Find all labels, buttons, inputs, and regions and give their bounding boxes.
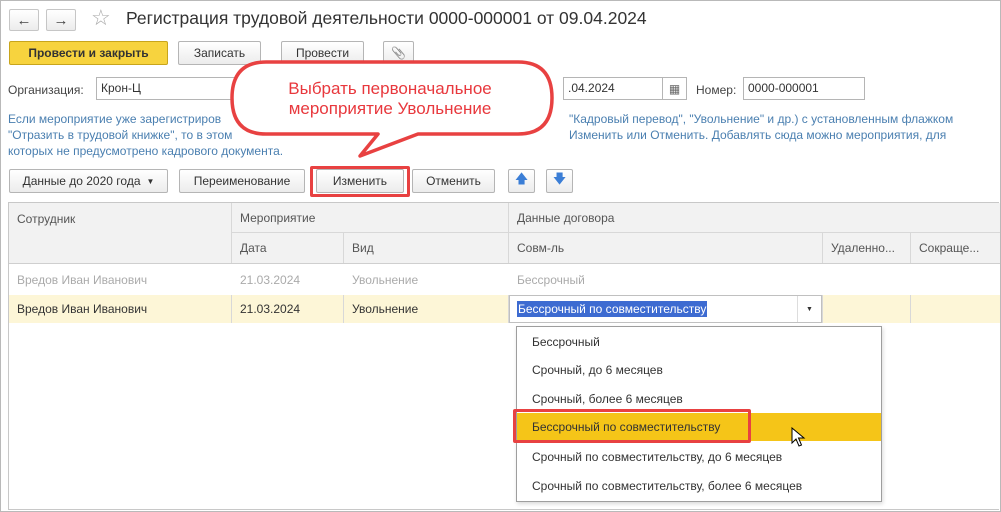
arrow-down-icon: 🡇 (552, 171, 567, 186)
header-event[interactable]: Мероприятие (232, 203, 508, 232)
organization-label: Организация: (8, 83, 84, 97)
arrow-left-icon: ← (16, 11, 32, 29)
combination-selected-text[interactable]: Бессрочный по совместительству (517, 301, 708, 317)
forward-button[interactable]: → (46, 9, 76, 31)
header-remote[interactable]: Удаленно... (823, 233, 910, 263)
row1-combination[interactable]: Бессрочный (509, 265, 822, 295)
arrow-up-icon: 🡅 (514, 171, 529, 186)
row1-type[interactable]: Увольнение (344, 265, 508, 295)
date-field[interactable]: .04.2024 (563, 77, 663, 100)
header-type[interactable]: Вид (344, 233, 508, 263)
mouse-cursor-icon (791, 427, 806, 447)
info-line1-left: Если мероприятие уже зарегистриров (8, 112, 222, 126)
back-button[interactable]: ← (9, 9, 39, 31)
number-label: Номер: (696, 83, 737, 97)
row2-date[interactable]: 21.03.2024 (232, 295, 343, 323)
dropdown-option[interactable]: Срочный, до 6 месяцев (517, 356, 881, 384)
grid-line (508, 203, 509, 263)
callout-text: Выбрать первоначальное мероприятие Уволь… (228, 79, 552, 119)
grid-line (910, 233, 911, 263)
grid-line (822, 233, 823, 263)
page-title: Регистрация трудовой деятельности 0000-0… (126, 8, 647, 28)
cancel-button[interactable]: Отменить (412, 169, 495, 193)
data-before-2020-dropdown[interactable]: Данные до 2020 года ▼ (9, 169, 168, 193)
header-reduced[interactable]: Сокраще... (911, 233, 1000, 263)
info-line2-left: "Отразить в трудовой книжке", то в этом (8, 128, 233, 142)
callout-text-line1: Выбрать первоначальное (288, 79, 492, 98)
dropdown-option[interactable]: Бессрочный (517, 328, 881, 356)
move-up-button[interactable]: 🡅 (508, 169, 535, 193)
header-contract[interactable]: Данные договора (509, 203, 1000, 232)
header-employee[interactable]: Сотрудник (9, 203, 231, 263)
header-date[interactable]: Дата (232, 233, 343, 263)
dropdown-arrow-icon[interactable]: ▼ (797, 296, 821, 322)
option-highlight-box (513, 409, 751, 443)
combination-editor[interactable]: Бессрочный по совместительству ▼ (509, 295, 822, 323)
info-line2-right: Изменить или Отменить. Добавлять сюда мо… (569, 128, 947, 142)
favorite-star-icon[interactable]: ☆ (91, 5, 111, 31)
grid-line (232, 232, 1000, 233)
arrow-right-icon: → (53, 11, 69, 29)
change-button[interactable]: Изменить (316, 169, 404, 193)
row2-type[interactable]: Увольнение (344, 295, 508, 323)
calendar-icon[interactable]: ▦ (663, 77, 687, 100)
callout-text-line2: мероприятие Увольнение (288, 99, 492, 118)
move-down-button[interactable]: 🡇 (546, 169, 573, 193)
info-line1-right: "Кадровый перевод", "Увольнение" и др.) … (569, 112, 954, 126)
grid-line (343, 233, 344, 263)
grid-line (910, 295, 911, 323)
grid-line (822, 295, 823, 323)
post-and-close-button[interactable]: Провести и закрыть (9, 41, 168, 65)
row1-employee[interactable]: Вредов Иван Иванович (9, 265, 231, 295)
header-combination[interactable]: Совм-ль (509, 233, 822, 263)
data-before-2020-label: Данные до 2020 года (22, 174, 141, 188)
rename-button[interactable]: Переименование (179, 169, 305, 193)
row2-employee[interactable]: Вредов Иван Иванович (9, 295, 231, 323)
row1-date[interactable]: 21.03.2024 (232, 265, 343, 295)
grid-line (231, 203, 232, 263)
grid-line (9, 263, 1000, 264)
chevron-down-icon: ▼ (146, 176, 155, 186)
dropdown-option[interactable]: Срочный по совместительству, более 6 мес… (517, 472, 881, 500)
dropdown-option[interactable]: Срочный по совместительству, до 6 месяце… (517, 443, 881, 471)
number-field[interactable]: 0000-000001 (743, 77, 865, 100)
